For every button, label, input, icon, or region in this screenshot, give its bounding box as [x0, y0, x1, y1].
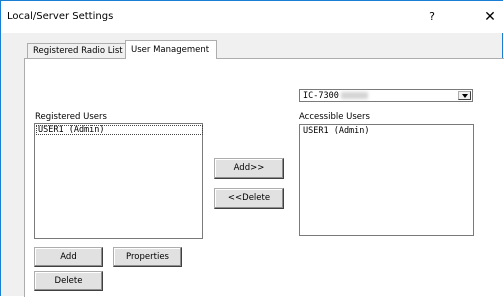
delete-user-button[interactable]: Delete — [34, 271, 103, 291]
list-item[interactable]: USER1 (Admin) — [36, 125, 203, 135]
list-item[interactable]: USER1 (Admin) — [301, 126, 372, 136]
add-user-button[interactable]: Add — [34, 247, 103, 267]
tab-user-management[interactable]: User Management — [125, 40, 217, 59]
radio-select-value: IC-7300 — [303, 91, 339, 101]
registered-users-list[interactable]: USER1 (Admin) — [34, 123, 203, 239]
properties-button[interactable]: Properties — [113, 247, 182, 267]
redacted-serial — [341, 92, 368, 99]
help-icon[interactable]: ? — [421, 7, 443, 27]
radio-select[interactable]: IC-7300 — [299, 89, 473, 102]
chevron-down-icon[interactable] — [458, 91, 471, 100]
window-title: Local/Server Settings — [7, 11, 114, 22]
accessible-users-list[interactable]: USER1 (Admin) — [299, 124, 474, 236]
accessible-users-label: Accessible Users — [299, 112, 370, 122]
add-access-button[interactable]: Add>> — [214, 158, 284, 179]
tab-registered-radio-list[interactable]: Registered Radio List — [27, 43, 126, 58]
title-bar[interactable]: Local/Server Settings ? ✕ — [1, 1, 503, 33]
close-icon[interactable]: ✕ — [479, 6, 501, 28]
settings-dialog: Local/Server Settings ? ✕ Registered Rad… — [0, 0, 504, 297]
registered-users-label: Registered Users — [35, 112, 107, 122]
delete-access-button[interactable]: <<Delete — [214, 188, 284, 209]
